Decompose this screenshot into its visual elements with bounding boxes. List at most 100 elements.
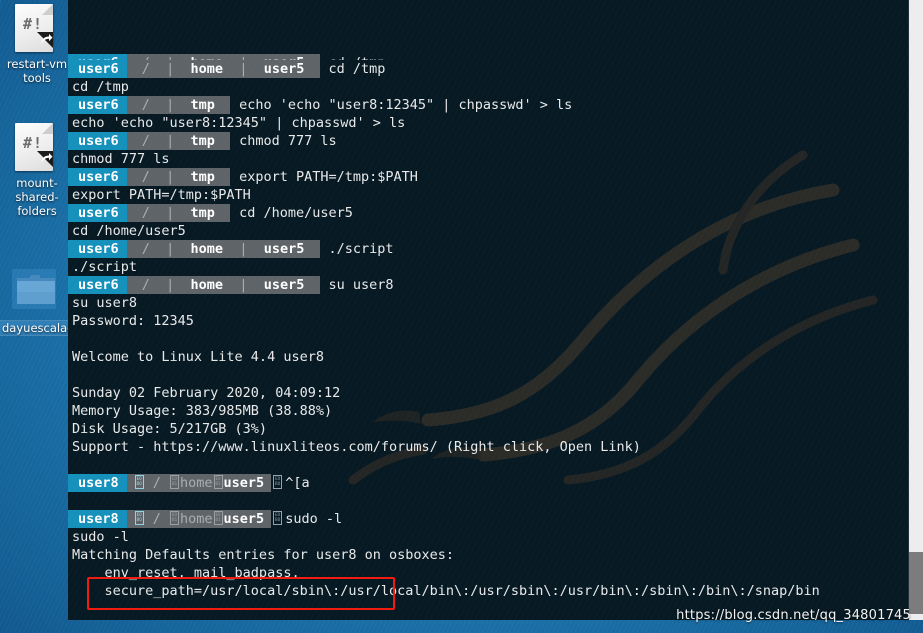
terminal-output-line: ./script [72,259,138,275]
terminal-output-row: Welcome to Linux Lite 4.4 user8 [68,348,923,366]
terminal-output-row: Memory Usage: 383/985MB (38.88%) [68,402,923,420]
prompt-path-part: user5 [223,475,265,491]
folder-shape-icon [17,275,55,304]
terminal-output-line: Welcome to Linux Lite 4.4 user8 [72,349,324,365]
prompt-path-part: | [158,97,183,113]
prompt-path-part: home [182,277,232,293]
terminal-output-row: ./script [68,258,923,276]
terminal-output-line: User user8 may run the following command… [68,619,503,620]
terminal-scrollbar[interactable] [908,0,923,620]
prompt-path-part: home [182,61,232,77]
prompt-user-segment: user8 [68,510,127,528]
terminal-output-row [68,492,923,510]
terminal-output-line: Disk Usage: 5/217GB (3%) [72,421,268,437]
terminal-output-row: Disk Usage: 5/217GB (3%) [68,420,923,438]
prompt-command-text: echo 'echo "user8:12345" | chpasswd' > l… [239,97,573,113]
terminal-output-line: Memory Usage: 383/985MB (38.88%) [72,403,333,419]
prompt-path-segment: / | tmp [126,132,231,150]
prompt-path-part: | [158,61,183,77]
script-run-arrow-icon [37,151,53,167]
prompt-path-part: tmp [182,97,224,113]
prompt-path-segment: / | tmp [126,96,231,114]
prompt-path-part: / [133,277,159,293]
prompt-path-part: tmp [182,205,224,221]
prompt-path-segment: / | tmp [126,204,231,222]
terminal-prompt-line: user6 / | tmp cd /home/user5 [68,204,923,222]
prompt-command-text: cd /tmp [328,61,386,77]
prompt-command-text: sudo -l [285,511,343,527]
prompt-path-segment: E0 B0 / E0 B1 home E0 B1 user5 [126,474,272,492]
terminal-output-row: cd /home/user5 [68,222,923,240]
terminal-output-line: sudo -l [72,529,129,545]
terminal-window[interactable]: user6 / | home | user5 cd /tmpuser6 / | … [68,0,923,620]
terminal-output-line: Password: 12345 [72,313,194,329]
missing-glyph-box: E0 B1 [170,475,180,489]
terminal-prompt-line: user6 / | home | user5 su user8 [68,276,923,294]
desktop-icon-dayuescalaelinux[interactable]: dayuescalaelinux [0,268,104,335]
missing-glyph-box: E0 B0 [273,511,283,525]
prompt-user-segment: user8 [68,474,127,492]
missing-glyph-box: E0 B0 [134,475,144,489]
missing-glyph-box: E0 B0 [273,475,283,489]
prompt-user-segment: user6 [68,240,127,258]
prompt-path-part: / [133,241,159,257]
prompt-path-part: home [182,241,232,257]
missing-glyph-box: E0 B1 [170,511,180,525]
prompt-user-segment: user6 [68,96,127,114]
terminal-output-row [68,330,923,348]
terminal-output-line: cd /tmp [72,79,129,95]
terminal-output-row [68,456,923,474]
watermark-url: https://blog.csdn.net/qq_34801745 [676,608,911,623]
prompt-command-text: ^[a [285,475,310,491]
prompt-path-segment: / | home | user5 [126,60,320,78]
script-run-arrow-icon [37,32,53,48]
prompt-path-part: user5 [223,511,265,527]
terminal-output-line: echo 'echo "user8:12345" | chpasswd' > l… [72,115,406,131]
prompt-command-text: chmod 777 ls [239,133,337,149]
prompt-path-part: / [133,169,159,185]
terminal-output-row: Support - https://www.linuxliteos.com/fo… [68,438,923,456]
prompt-path-part: tmp [182,169,224,185]
scrollbar-thumb[interactable] [909,552,923,614]
shell-script-file-icon: #! [15,4,59,54]
prompt-user-segment: user6 [68,168,127,186]
prompt-path-segment: / | home | user5 [126,240,320,258]
shebang-glyph: #! [22,15,44,33]
terminal-output-line: env_reset, mail_badpass, [72,565,300,581]
terminal-prompt-line: user6 / | home | user5 cd /tmp [68,60,923,78]
terminal-output-row: Matching Defaults entries for user8 on o… [68,546,923,564]
terminal-prompt-line: user8 E0 B0 / E0 B1 home E0 B1 user5 E0 B0 sud… [68,510,923,528]
prompt-path-part: / [144,511,170,527]
prompt-path-part: user5 [255,61,313,77]
prompt-command-text: cd /home/user5 [239,205,353,221]
terminal-output[interactable]: user6 / | home | user5 cd /tmpuser6 / | … [68,0,923,620]
terminal-output-line: export PATH=/tmp:$PATH [72,187,251,203]
prompt-path-part: | [231,61,256,77]
terminal-output-line: su user8 [72,295,138,311]
terminal-prompt-line: user6 / | tmp chmod 777 ls [68,132,923,150]
prompt-path-part: user5 [255,277,313,293]
terminal-prompt-line: user6 / | tmp export PATH=/tmp:$PATH [68,168,923,186]
terminal-output-row: sudo -l [68,528,923,546]
shebang-glyph: #! [22,134,44,152]
prompt-user-segment: user6 [68,276,127,294]
folder-icon [12,268,57,318]
terminal-output-row: cd /tmp [68,78,923,96]
terminal-output-row: Password: 12345 [68,312,923,330]
desktop-icon-label: mount-shared-folders [15,176,59,218]
missing-glyph-box: E0 B0 [134,511,144,525]
prompt-path-part: | [158,205,183,221]
terminal-output-line: Matching Defaults entries for user8 on o… [72,547,455,563]
prompt-command-text: export PATH=/tmp:$PATH [239,169,418,185]
terminal-output-line: cd /home/user5 [72,223,186,239]
desktop-icon-mount-shared-folders[interactable]: #! mount-shared-folders [2,123,72,218]
prompt-path-part: | [158,169,183,185]
prompt-path-part: / [133,205,159,221]
desktop-icon-restart-vm-tools[interactable]: #! restart-vm tools [2,4,72,85]
missing-glyph-box: E0 B1 [213,511,223,525]
